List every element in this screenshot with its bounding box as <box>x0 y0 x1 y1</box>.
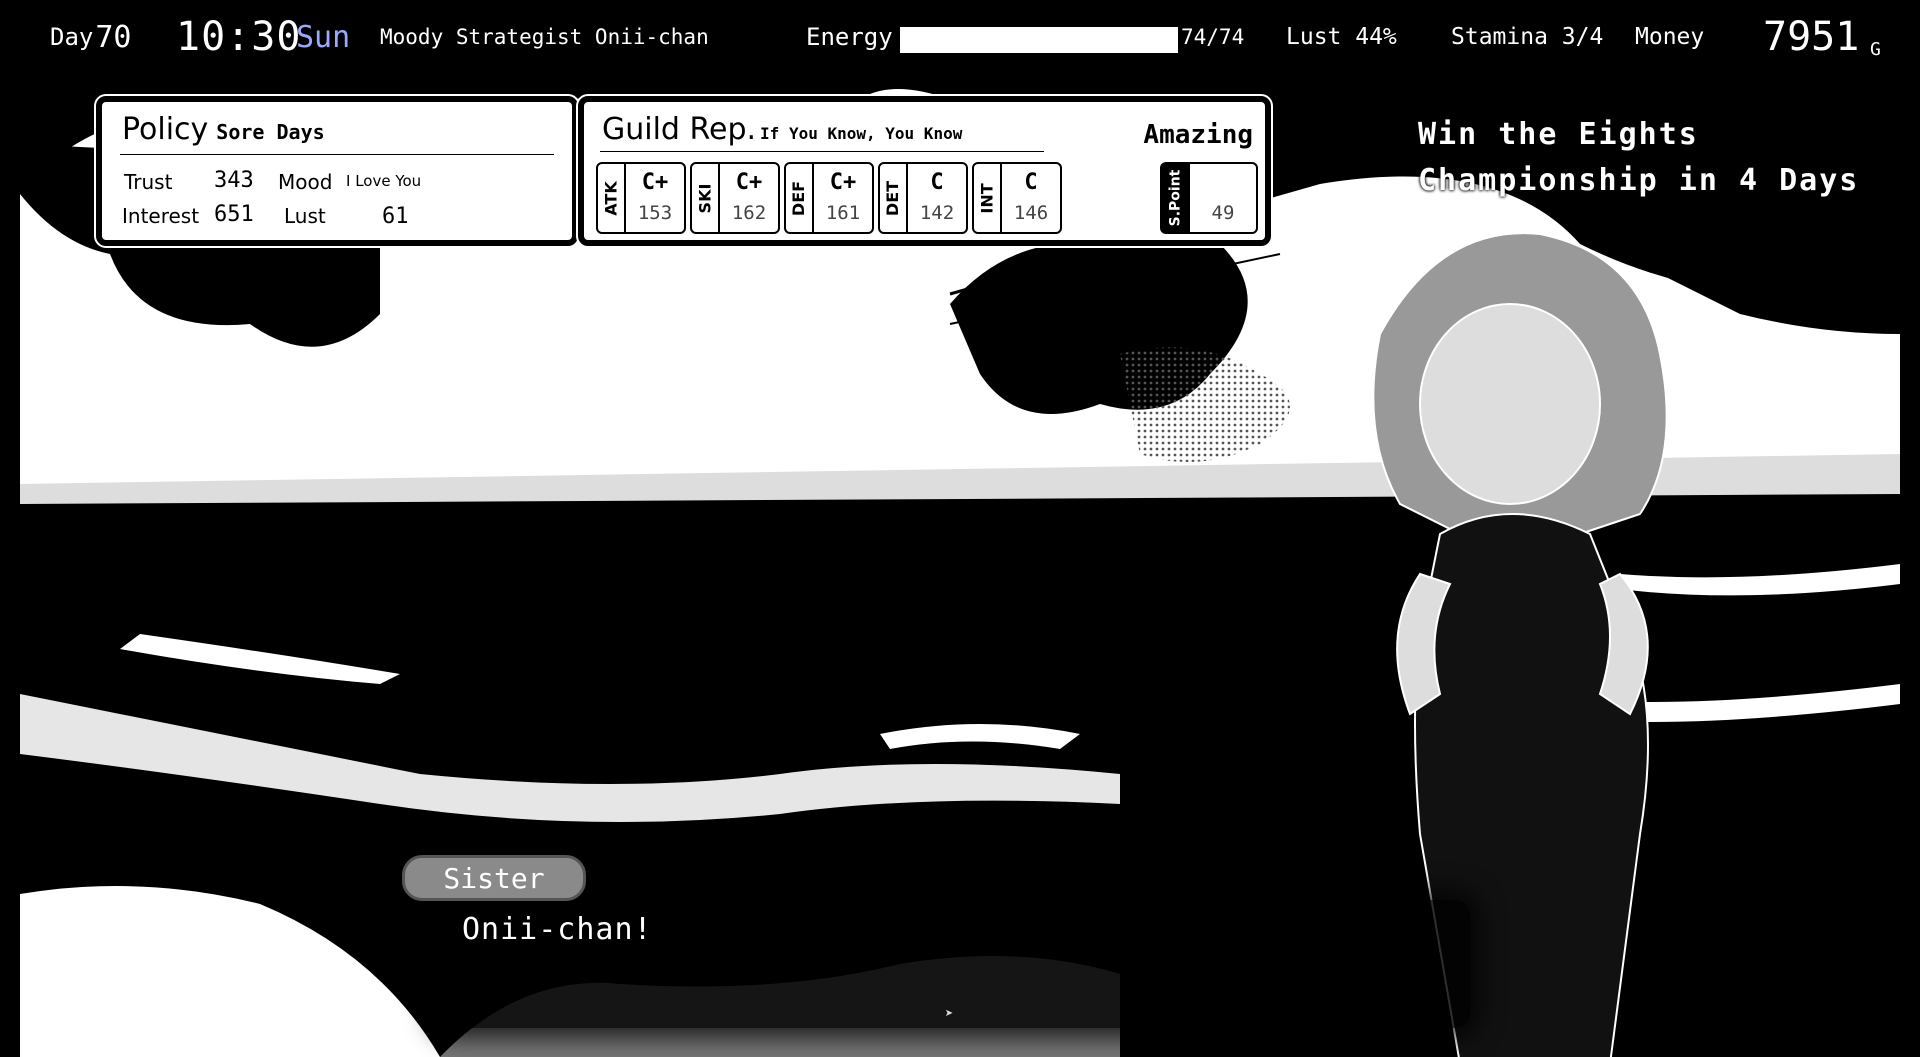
stat-int-label-box: INT <box>974 164 1002 232</box>
lust-value: 61 <box>382 204 409 229</box>
spoint-value: 49 <box>1211 202 1235 224</box>
stat-ski-label: SKI <box>695 183 715 213</box>
spoint-label-box: S.Point <box>1162 164 1190 232</box>
stat-def-grade: C+ <box>829 170 857 195</box>
stat-int-value: 146 <box>1013 202 1049 224</box>
advance-arrow-icon[interactable]: ➤ <box>945 1006 953 1022</box>
interest-label: Interest <box>122 204 200 228</box>
stat-ski-grade: C+ <box>735 170 763 195</box>
guild-heading: Guild Rep. If You Know, You Know <box>602 112 962 147</box>
player-title: Moody Strategist Onii-chan <box>380 25 709 49</box>
stat-def[interactable]: DEF C+ 161 <box>784 162 874 234</box>
stat-int-grade: C <box>1024 170 1038 195</box>
stat-def-value: 161 <box>825 202 861 224</box>
status-bar: Day 70 10:30 Sun Moody Strategist Onii-ch… <box>0 0 1920 74</box>
speaker-name: Sister <box>443 861 545 895</box>
lust-label: Lust <box>284 204 326 228</box>
money-value: 7951 <box>1763 14 1860 60</box>
trust-label: Trust <box>124 170 173 194</box>
mood-label: Mood <box>278 170 333 194</box>
policy-heading: Policy Sore Days <box>122 112 325 147</box>
energy-value: 74/74 <box>1181 25 1245 49</box>
stat-det-label-box: DET <box>880 164 908 232</box>
spoint-label: S.Point <box>1167 169 1183 227</box>
mission-line-1: Win the Eights <box>1418 117 1699 152</box>
stat-int[interactable]: INT C 146 <box>972 162 1062 234</box>
stat-atk-grade: C+ <box>641 170 669 195</box>
guild-title: Guild Rep. <box>602 112 757 147</box>
dialogue-box[interactable]: Onii-chan! ➤ <box>440 900 1470 1028</box>
day-label: Day <box>50 23 94 51</box>
stat-atk-label-box: ATK <box>598 164 626 232</box>
stat-ski-label-box: SKI <box>692 164 720 232</box>
mood-value: I Love You <box>346 172 422 190</box>
stat-atk-value: 153 <box>637 202 673 224</box>
day-counter: Day 70 <box>50 0 131 74</box>
policy-divider <box>120 154 554 155</box>
stat-ski[interactable]: SKI C+ 162 <box>690 162 780 234</box>
guild-rank: Amazing <box>1143 120 1253 150</box>
dialogue-text: Onii-chan! <box>462 912 653 947</box>
policy-panel[interactable]: Policy Sore Days Trust 343 Mood I Love Yo… <box>96 96 578 246</box>
stat-int-label: INT <box>977 182 997 214</box>
interest-value: 651 <box>214 202 254 227</box>
weekday: Sun <box>296 19 351 55</box>
stat-det-label: DET <box>883 180 903 216</box>
skill-point-box[interactable]: S.Point 49 <box>1160 162 1258 234</box>
stat-atk-label: ATK <box>601 180 621 216</box>
money-label: Money <box>1635 24 1705 50</box>
policy-subtitle: Sore Days <box>216 120 325 144</box>
stat-def-label-box: DEF <box>786 164 814 232</box>
guild-panel[interactable]: Guild Rep. If You Know, You Know Amazing … <box>578 96 1271 246</box>
guild-divider <box>600 151 1044 152</box>
guild-subtitle: If You Know, You Know <box>760 124 963 143</box>
stat-det[interactable]: DET C 142 <box>878 162 968 234</box>
energy-label: Energy <box>806 23 893 51</box>
mission-line-2: Championship in 4 Days <box>1418 163 1860 198</box>
stamina-status: Stamina 3/4 <box>1451 24 1604 50</box>
stat-det-grade: C <box>930 170 944 195</box>
stat-def-label: DEF <box>789 180 809 216</box>
stat-atk[interactable]: ATK C+ 153 <box>596 162 686 234</box>
lust-status: Lust 44% <box>1286 24 1397 50</box>
day-value: 70 <box>95 19 132 55</box>
trust-value: 343 <box>214 168 254 193</box>
stat-det-value: 142 <box>919 202 955 224</box>
clock-time: 10:30 <box>176 14 302 60</box>
stat-ski-value: 162 <box>731 202 767 224</box>
speaker-name-box: Sister <box>402 855 586 901</box>
mission-objective: Win the Eights Championship in 4 Days <box>1418 112 1859 204</box>
energy-bar <box>900 27 1178 53</box>
policy-title: Policy <box>122 112 209 147</box>
energy-bar-fill <box>901 28 1177 52</box>
